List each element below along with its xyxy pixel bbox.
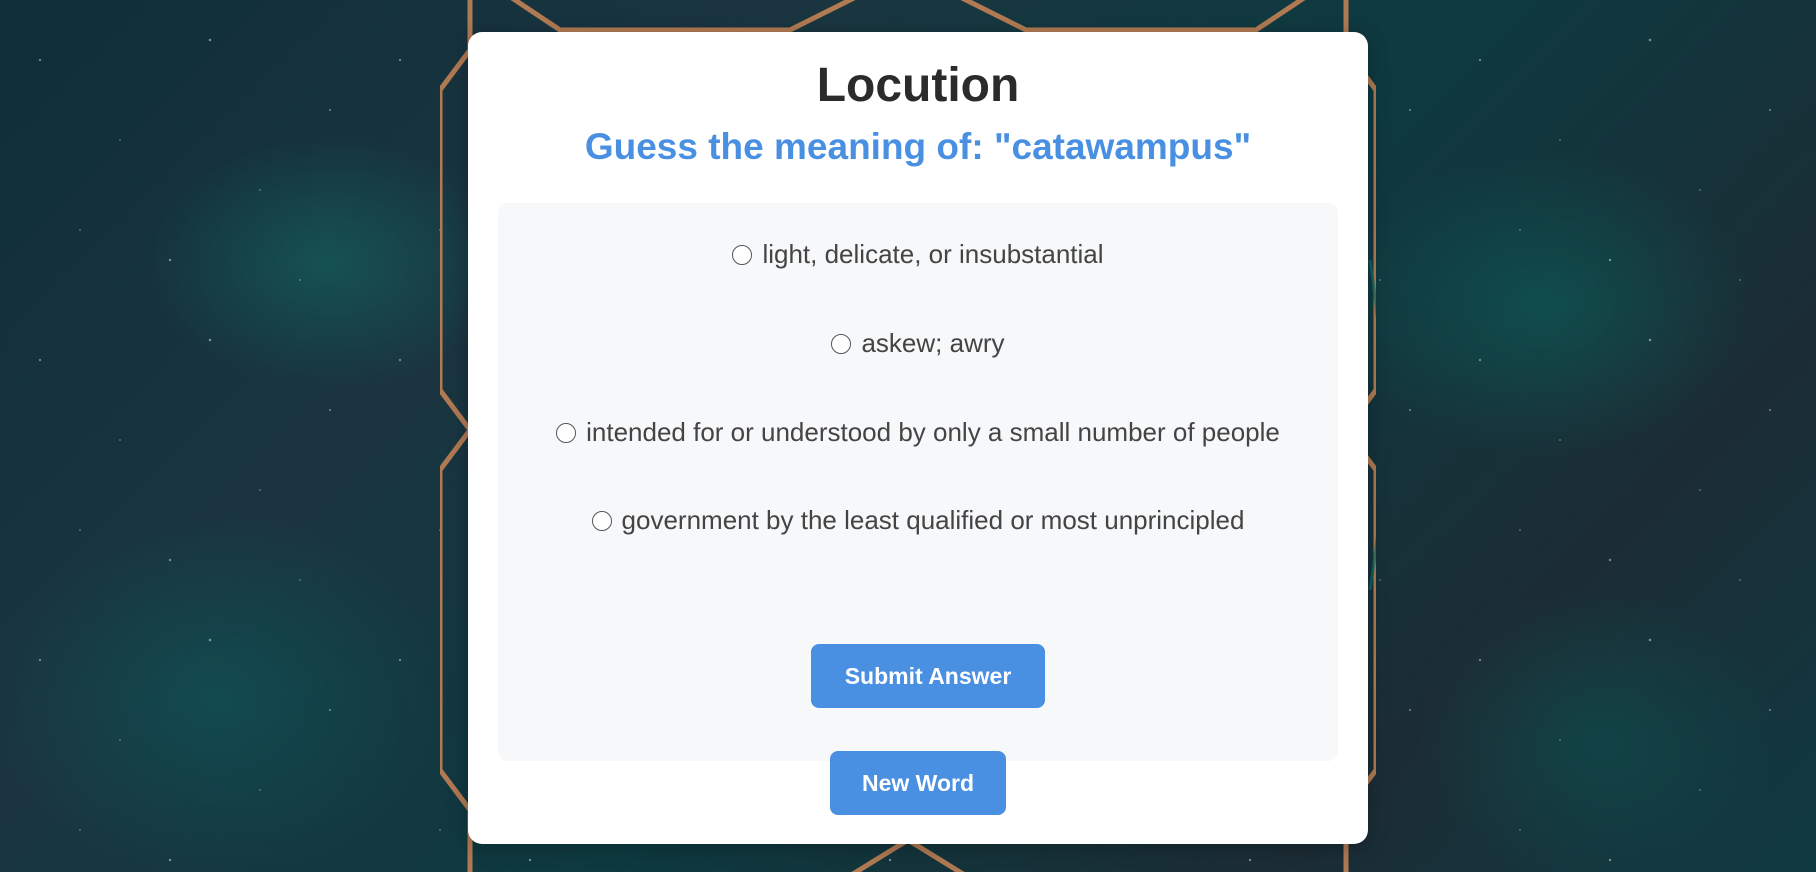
option-4[interactable]: government by the least qualified or mos…: [498, 505, 1338, 536]
option-1[interactable]: light, delicate, or insubstantial: [498, 239, 1338, 270]
option-2[interactable]: askew; awry: [498, 328, 1338, 359]
option-label: government by the least qualified or mos…: [621, 505, 1245, 535]
option-label: intended for or understood by only a sma…: [586, 417, 1280, 447]
submit-answer-button[interactable]: Submit Answer: [811, 644, 1045, 708]
app-title: Locution: [816, 59, 1020, 112]
radio-button[interactable]: [831, 333, 852, 354]
option-label: askew; awry: [861, 328, 1005, 358]
quiz-panel: light, delicate, or insubstantial askew;…: [498, 203, 1338, 761]
word-prompt: Guess the meaning of: "catawampus": [584, 125, 1252, 167]
option-label: light, delicate, or insubstantial: [762, 239, 1104, 269]
option-3[interactable]: intended for or understood by only a sma…: [498, 417, 1338, 448]
radio-button[interactable]: [591, 510, 612, 531]
radio-button[interactable]: [732, 244, 753, 265]
quiz-card: Locution Guess the meaning of: "catawamp…: [468, 32, 1368, 844]
radio-button[interactable]: [556, 422, 577, 443]
new-word-button[interactable]: New Word: [830, 751, 1006, 815]
